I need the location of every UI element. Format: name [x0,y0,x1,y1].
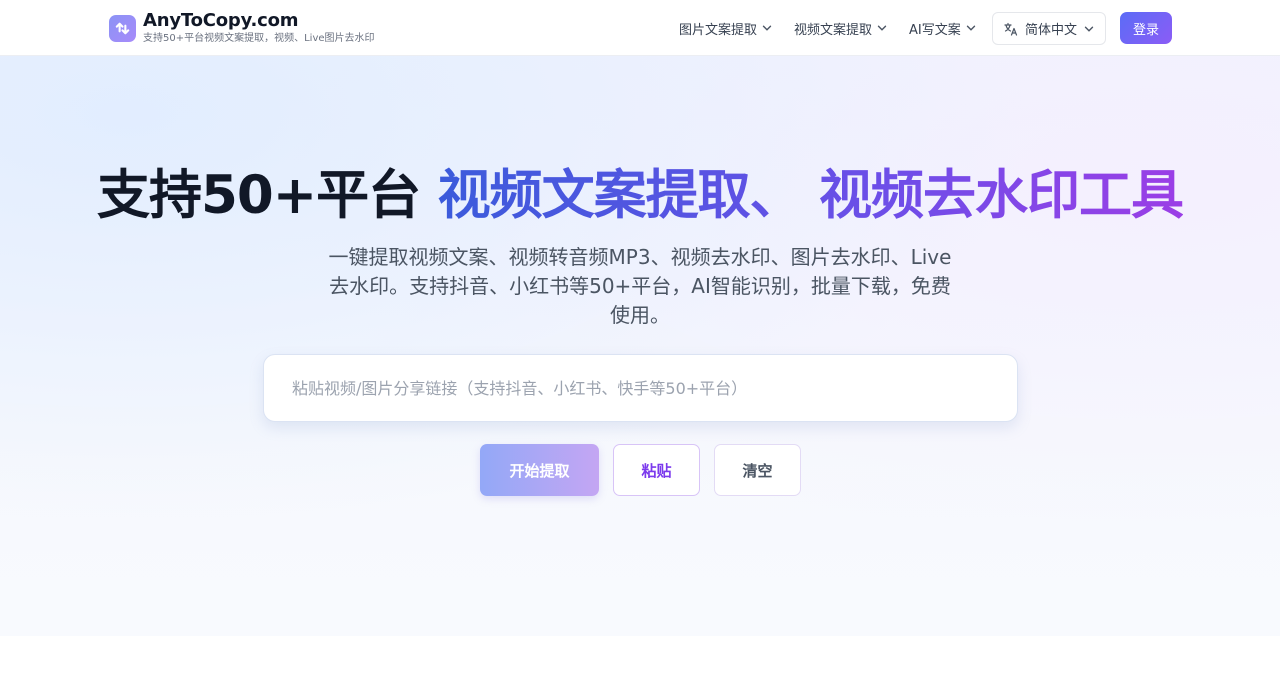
brand-text: AnyToCopy.com 支持50+平台视频文案提取，视频、Live图片去水印 [143,10,375,46]
nav-item-label: 视频文案提取 [794,22,873,38]
app-logo-icon [109,15,136,42]
nav-item-label: 图片文案提取 [679,22,758,38]
brand-name: AnyToCopy.com [143,10,299,31]
nav-video-copy-extract[interactable]: 视频文案提取 [794,19,887,38]
clear-button[interactable]: 清空 [714,444,801,496]
nav-ai-copywriting[interactable]: AI写文案 [909,19,976,38]
language-label: 简体中文 [1025,23,1078,38]
brand[interactable]: AnyToCopy.com 支持50+平台视频文案提取，视频、Live图片去水印 [109,10,375,46]
main-nav: 图片文案提取 视频文案提取 AI写文案 [679,0,976,56]
hero-title-dark: 支持50+平台 [96,165,421,226]
hero-description: 一键提取视频文案、视频转音频MP3、视频去水印、图片去水印、Live去水印。支持… [328,245,952,327]
chevron-down-icon [966,23,976,33]
brand-tagline: 支持50+平台视频文案提取，视频、Live图片去水印 [143,33,375,44]
nav-item-label: AI写文案 [909,22,961,38]
chevron-down-icon [1084,24,1094,34]
hero-section [0,56,1280,636]
translate-icon [1004,22,1018,36]
login-button[interactable]: 登录 [1120,12,1172,44]
hero-title-gradient: 视频文案提取、 视频去水印工具 [437,165,1184,226]
chevron-down-icon [877,23,887,33]
paste-button[interactable]: 粘贴 [613,444,700,496]
site-header: AnyToCopy.com 支持50+平台视频文案提取，视频、Live图片去水印… [0,0,1280,56]
nav-image-copy-extract[interactable]: 图片文案提取 [679,19,772,38]
share-link-input[interactable] [264,355,1017,421]
hero-title: 支持50+平台 视频文案提取、 视频去水印工具 [0,164,1280,228]
link-input-box [263,354,1018,422]
chevron-down-icon [762,23,772,33]
start-extract-button[interactable]: 开始提取 [480,444,599,496]
language-selector[interactable]: 简体中文 [992,12,1106,45]
